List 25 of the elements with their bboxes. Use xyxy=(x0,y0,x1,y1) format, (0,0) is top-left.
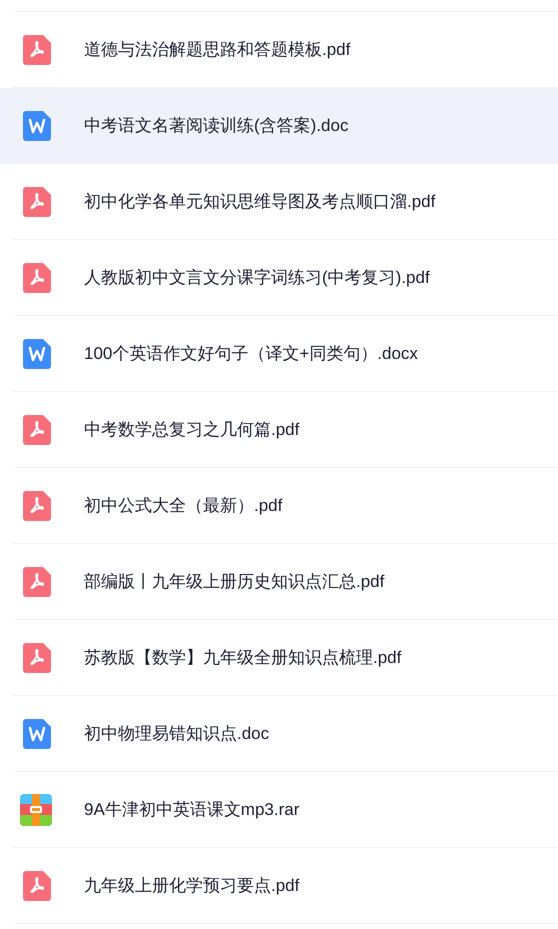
word-file-icon xyxy=(23,338,51,368)
file-name: 初中化学各单元知识思维导图及考点顺口溜.pdf xyxy=(84,190,436,213)
file-name: 苏教版【数学】九年级全册知识点梳理.pdf xyxy=(84,646,402,669)
pdf-file-icon xyxy=(23,566,51,596)
file-name: 中考数学总复习之几何篇.pdf xyxy=(84,418,300,441)
pdf-file-icon xyxy=(23,262,51,292)
file-name: 初中物理易错知识点.doc xyxy=(84,722,270,745)
file-name: 初中公式大全（最新）.pdf xyxy=(84,494,282,517)
file-name: 九年级上册化学预习要点.pdf xyxy=(84,874,300,897)
archive-file-icon xyxy=(20,794,52,826)
file-name: 100个英语作文好句子（译文+同类句）.docx xyxy=(84,342,418,365)
pdf-file-icon xyxy=(23,414,51,444)
file-row[interactable]: 中考语文名著阅读训练(含答案).doc xyxy=(0,88,558,164)
pdf-file-icon xyxy=(23,34,51,64)
pdf-file-icon xyxy=(23,870,51,900)
file-name: 中考语文名著阅读训练(含答案).doc xyxy=(84,114,348,137)
file-name: 道德与法治解题思路和答题模板.pdf xyxy=(84,38,350,61)
file-name: 人教版初中文言文分课字词练习(中考复习).pdf xyxy=(84,266,430,289)
pdf-file-icon xyxy=(23,642,51,672)
file-name: 部编版丨九年级上册历史知识点汇总.pdf xyxy=(84,570,384,593)
pdf-file-icon xyxy=(23,186,51,216)
word-file-icon xyxy=(23,110,51,140)
word-file-icon xyxy=(23,718,51,748)
file-name: 9A牛津初中英语课文mp3.rar xyxy=(84,798,300,821)
pdf-file-icon xyxy=(23,490,51,520)
